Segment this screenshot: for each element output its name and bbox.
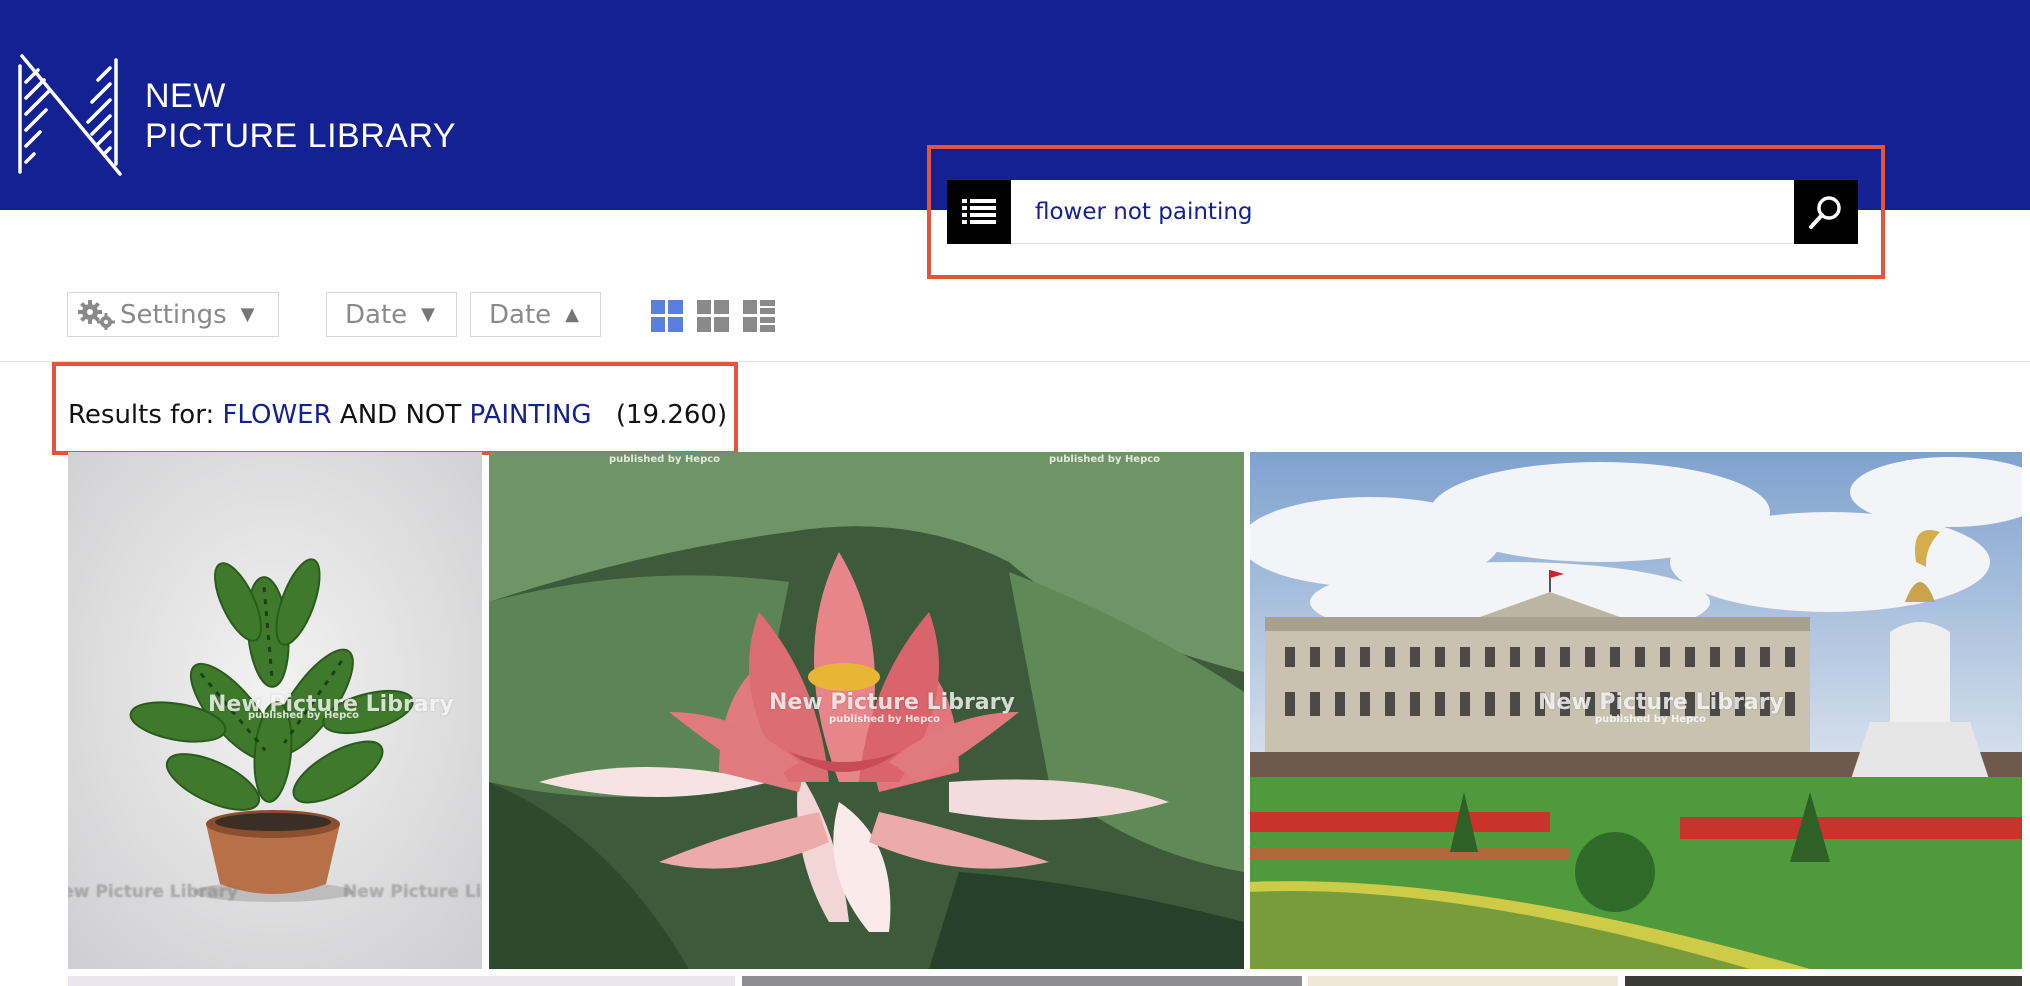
grid-small-icon[interactable] xyxy=(697,300,729,332)
search-bar xyxy=(947,180,1858,244)
settings-label: Settings xyxy=(120,299,227,330)
results-term-2[interactable]: PAINTING xyxy=(470,400,592,430)
watermark-subtext: published by Hepco xyxy=(1595,714,1707,725)
search-icon xyxy=(1809,196,1841,229)
logo-line-2: PICTURE LIBRARY xyxy=(145,117,457,155)
image-tile-plant[interactable]: New Picture Library published by Hepco N… xyxy=(68,452,482,969)
image-tile-row2-4[interactable] xyxy=(1625,976,2022,986)
watermark-text: New Picture Library xyxy=(68,882,238,902)
caret-down-icon: ▼ xyxy=(421,304,435,325)
sort-date-asc-button[interactable]: Date ▲ xyxy=(470,292,601,337)
list-view-icon[interactable] xyxy=(743,300,775,332)
search-submit-button[interactable] xyxy=(1794,180,1858,244)
chevron-down-icon: ▼ xyxy=(240,304,255,325)
watermark-text: New Picture Library xyxy=(769,690,1015,715)
settings-dropdown[interactable]: Settings ▼ xyxy=(67,292,279,337)
sort-date-desc-label: Date xyxy=(345,299,408,330)
watermark-subtext: published by Hepco xyxy=(829,714,941,725)
image-tile-row2-1[interactable] xyxy=(68,976,735,986)
sort-date-asc-label: Date xyxy=(489,299,552,330)
results-term-1[interactable]: FLOWER xyxy=(222,400,331,430)
caret-up-icon: ▲ xyxy=(565,304,579,325)
image-tile-water-lily[interactable]: New Picture Library published by Hepco p… xyxy=(489,452,1244,969)
results-count: (19.260) xyxy=(615,400,728,430)
sort-date-desc-button[interactable]: Date ▼ xyxy=(326,292,457,337)
results-prefix: Results for: xyxy=(68,400,215,430)
results-summary: Results for: FLOWER AND NOT PAINTING (19… xyxy=(68,400,727,430)
logo-text: NEW PICTURE LIBRARY xyxy=(145,76,456,156)
image-tile-row2-3[interactable] xyxy=(1308,976,1618,986)
results-toolbar: Settings ▼ Date ▼ Date ▲ xyxy=(0,280,2030,362)
grid-large-icon[interactable] xyxy=(651,300,683,332)
watermark-subtext: published by Hepco xyxy=(609,454,721,465)
list-icon xyxy=(962,199,996,224)
logo-line-1: NEW xyxy=(145,77,226,115)
image-tile-palace[interactable]: New Picture Library published by Hepco xyxy=(1250,452,2022,969)
results-operator: AND NOT xyxy=(339,400,462,430)
logo-mark-icon xyxy=(18,54,122,176)
gears-icon xyxy=(78,299,115,330)
watermark-text: New Picture Library xyxy=(343,882,482,902)
image-tile-row2-2[interactable] xyxy=(742,976,1302,986)
site-logo[interactable]: NEW PICTURE LIBRARY xyxy=(16,52,496,182)
watermark-subtext: published by Hepco xyxy=(1049,454,1161,465)
watermark-subtext: published by Hepco xyxy=(248,710,360,721)
search-input[interactable] xyxy=(1035,180,1735,244)
watermark-text: New Picture Library xyxy=(1538,690,1784,715)
search-menu-button[interactable] xyxy=(947,180,1011,244)
